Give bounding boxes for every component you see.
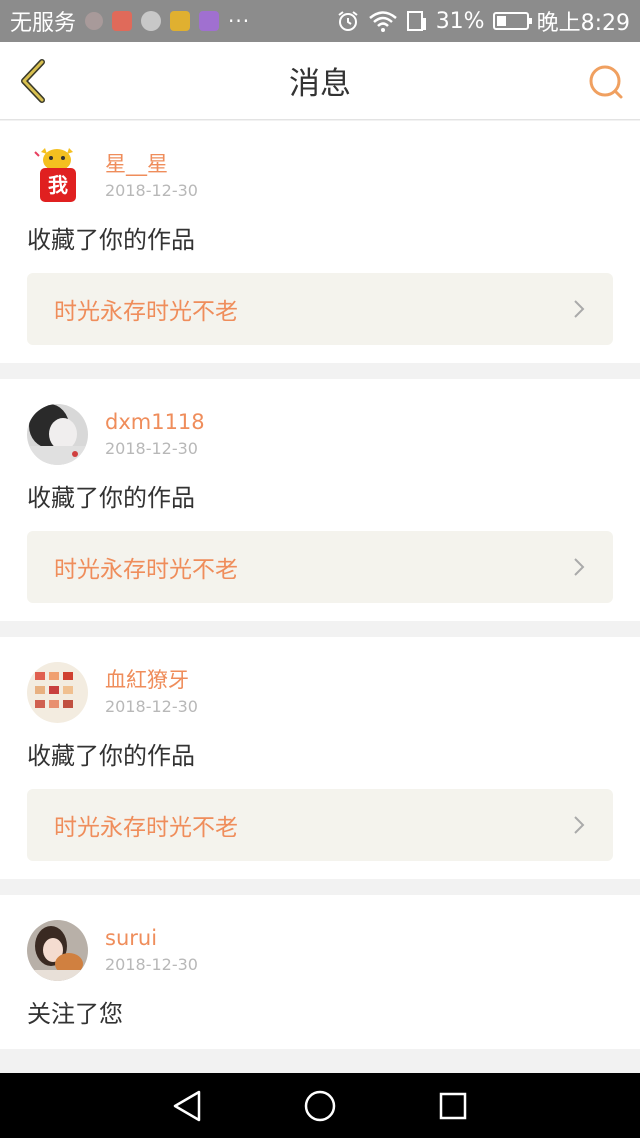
user-avatar[interactable] [27,661,88,723]
message-card: dxm1118 2018-12-30 收藏了你的作品 时光永存时光不老 [0,379,640,621]
message-date: 2018-12-30 [105,439,198,458]
message-card: surui 2018-12-30 关注了您 [0,895,640,1049]
message-date: 2018-12-30 [105,181,198,200]
sim-signal-icon [406,11,426,31]
clock-time: 晚上8:29 [536,11,630,36]
work-title: 时光永存时光不老 [54,815,238,841]
battery-percent: 31% [435,8,485,34]
chevron-right-icon [574,558,585,576]
avatar-app-icon [141,11,162,31]
user-row[interactable]: 我 星__星 2018-12-30 [27,145,613,207]
pattern-avatar-icon [27,661,88,723]
work-link[interactable]: 时光永存时光不老 [27,789,613,861]
alarm-icon [338,11,358,31]
back-arrow-icon [21,59,45,103]
nav-back-button[interactable] [167,1086,207,1126]
search-icon [589,65,623,99]
circle-home-icon [304,1090,336,1121]
message-card: 我 星__星 2018-12-30 收藏了你的作品 时光永存时光不老 [0,121,640,363]
username[interactable]: dxm1118 [105,407,205,437]
photo-avatar-icon [27,919,88,981]
user-row[interactable]: surui 2018-12-30 [27,919,613,981]
username[interactable]: 星__星 [105,149,198,179]
action-text: 收藏了你的作品 [27,226,195,254]
photo-avatar-icon [27,403,88,465]
user-meta: 血紅獠牙 2018-12-30 [105,665,198,719]
top-bar: 消息 [0,42,640,120]
chevron-right-icon [574,300,585,318]
nav-home-button[interactable] [300,1086,340,1126]
user-avatar[interactable] [27,919,88,981]
user-avatar[interactable] [27,403,88,465]
more-notifications-icon: ··· [228,9,251,33]
work-title: 时光永存时光不老 [54,299,238,325]
user-meta: 星__星 2018-12-30 [105,149,198,203]
message-list[interactable]: 我 星__星 2018-12-30 收藏了你的作品 时光永存时光不老 dxm11… [0,121,640,1073]
chevron-right-icon [574,816,585,834]
action-text: 关注了您 [27,1000,123,1028]
system-nav-bar [0,1073,640,1138]
triangle-back-icon [173,1090,200,1121]
message-date: 2018-12-30 [105,697,198,716]
message-card: 血紅獠牙 2018-12-30 收藏了你的作品 时光永存时光不老 [0,637,640,879]
status-right: 31% 晚上8:29 [336,5,630,37]
user-row[interactable]: dxm1118 2018-12-30 [27,403,613,465]
user-row[interactable]: 血紅獠牙 2018-12-30 [27,661,613,723]
notification-app-icon [85,12,104,30]
work-link[interactable]: 时光永存时光不老 [27,531,613,603]
svg-text:我: 我 [48,173,68,197]
work-title: 时光永存时光不老 [54,557,238,583]
battery-icon [492,12,532,30]
mail-app-icon [112,11,133,31]
username[interactable]: surui [105,923,198,953]
page-title: 消息 [289,66,351,102]
search-button[interactable] [586,62,626,102]
back-button[interactable] [14,58,54,104]
username[interactable]: 血紅獠牙 [105,665,198,695]
user-meta: dxm1118 2018-12-30 [105,407,205,461]
message-date: 2018-12-30 [105,955,198,974]
action-text: 收藏了你的作品 [27,742,195,770]
square-recents-icon [440,1092,467,1119]
work-link[interactable]: 时光永存时光不老 [27,273,613,345]
gallery-app-icon [199,11,220,31]
wifi-icon [368,11,397,32]
status-bar: 无服务 ··· 31% 晚上8:29 [0,0,640,42]
user-meta: surui 2018-12-30 [105,923,198,977]
action-text: 收藏了你的作品 [27,484,195,512]
user-avatar[interactable]: 我 [27,146,88,207]
cartoon-avatar-icon: 我 [34,147,76,202]
clipboard-app-icon [170,11,191,31]
carrier-text: 无服务 [10,11,77,36]
status-left: 无服务 ··· [10,5,336,37]
nav-recents-button[interactable] [433,1086,473,1126]
